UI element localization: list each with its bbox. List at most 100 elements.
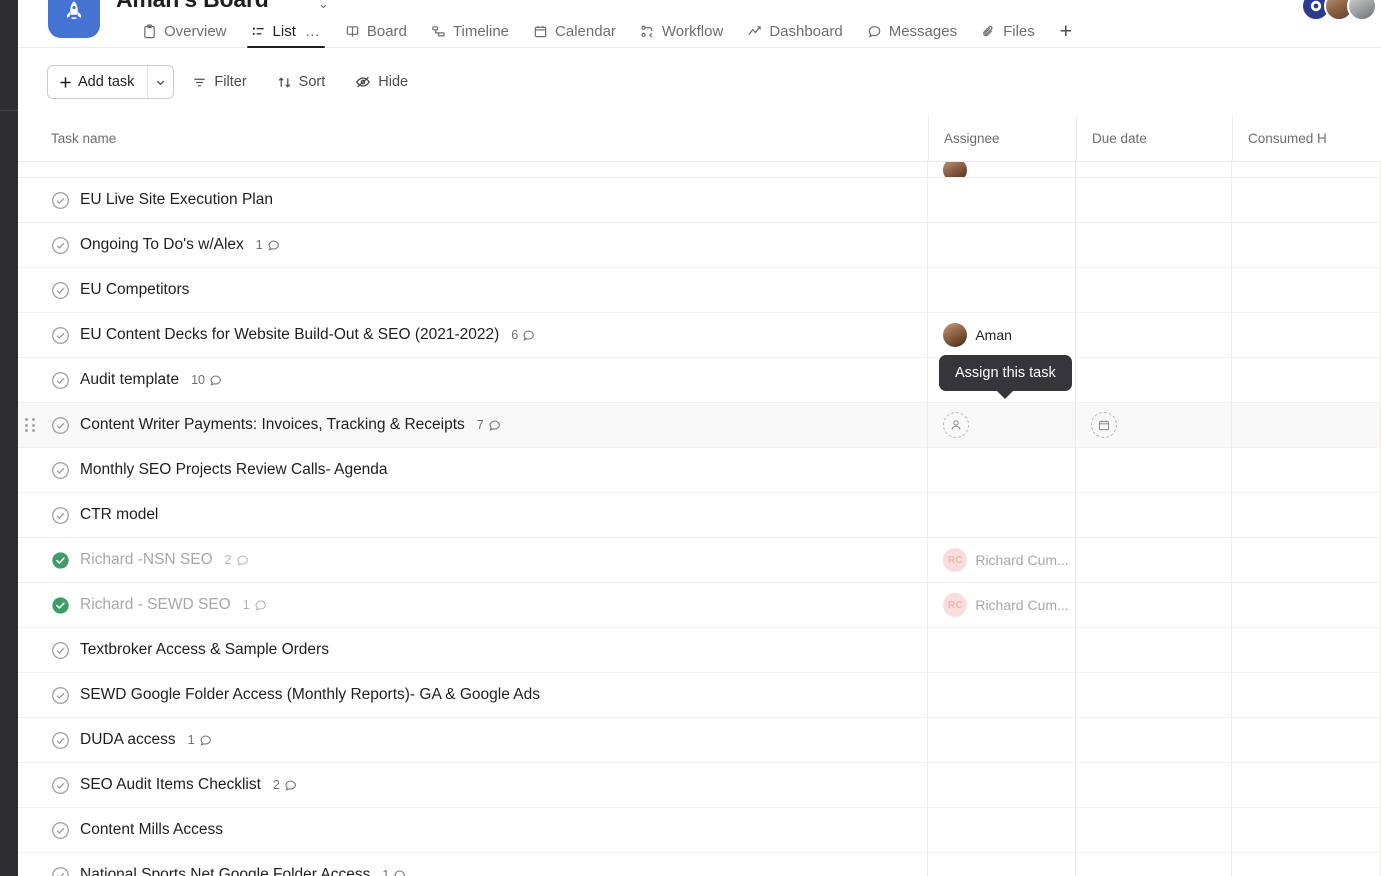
table-row[interactable]: EU Content Decks for Website Build-Out &… (18, 313, 1381, 358)
tab-workflow[interactable]: Workflow (628, 16, 735, 47)
avatar[interactable] (1347, 0, 1377, 21)
cell-due-date[interactable] (1075, 403, 1231, 447)
column-header-assignee[interactable]: Assignee (928, 115, 1076, 162)
task-completed-icon[interactable] (51, 596, 70, 615)
cell-task-name[interactable]: Richard - SEWD SEO 1 (18, 583, 927, 627)
mark-complete-button[interactable] (51, 506, 70, 525)
tab-dashboard[interactable]: Dashboard (735, 16, 854, 47)
table-row[interactable]: DUDA access 1 (18, 718, 1381, 763)
cell-assignee[interactable] (927, 718, 1075, 762)
cell-due-date[interactable] (1075, 673, 1231, 717)
table-row[interactable]: Textbroker Access & Sample Orders (18, 628, 1381, 673)
comment-count[interactable]: 7 (477, 418, 501, 432)
add-task-button[interactable]: Add task (48, 66, 147, 98)
tab-board[interactable]: Board (333, 16, 419, 47)
cell-task-name[interactable]: Content Mills Access (18, 808, 927, 852)
add-tab-button[interactable]: + (1051, 17, 1081, 47)
tab-overview[interactable]: Overview (130, 16, 239, 47)
project-menu-chevron-icon[interactable]: ⌄ (318, 0, 329, 12)
cell-due-date[interactable] (1075, 628, 1231, 672)
tab-overflow-icon[interactable]: … (305, 23, 321, 40)
cell-due-date[interactable] (1075, 808, 1231, 852)
tab-files[interactable]: Files (969, 16, 1047, 47)
cell-assignee[interactable] (927, 673, 1075, 717)
table-row[interactable]: CTR model (18, 493, 1381, 538)
comment-count[interactable]: 1 (382, 868, 406, 876)
avatar[interactable] (943, 323, 968, 347)
table-row[interactable]: SEO Audit Items Checklist 2 (18, 763, 1381, 808)
cell-due-date[interactable] (1075, 448, 1231, 492)
assign-task-button[interactable] (943, 412, 970, 438)
cell-due-date[interactable] (1075, 162, 1231, 177)
cell-assignee[interactable] (927, 162, 1075, 177)
cell-assignee[interactable] (927, 763, 1075, 807)
cell-consumed-hours[interactable] (1231, 538, 1380, 582)
cell-consumed-hours[interactable] (1231, 763, 1380, 807)
cell-task-name[interactable]: National Sports Net Google Folder Access… (18, 853, 927, 876)
mark-complete-button[interactable] (51, 371, 70, 390)
table-row[interactable]: Audit template 10 (18, 358, 1381, 403)
cell-due-date[interactable] (1075, 853, 1231, 876)
cell-consumed-hours[interactable] (1231, 403, 1380, 447)
mark-complete-button[interactable] (51, 281, 70, 300)
filter-button[interactable]: Filter (180, 67, 258, 97)
cell-consumed-hours[interactable] (1231, 583, 1380, 627)
cell-consumed-hours[interactable] (1231, 313, 1380, 357)
tab-calendar[interactable]: Calendar (521, 16, 628, 47)
cell-task-name[interactable]: Content Writer Payments: Invoices, Track… (18, 403, 927, 447)
cell-assignee[interactable] (927, 448, 1075, 492)
mark-complete-button[interactable] (51, 641, 70, 660)
cell-consumed-hours[interactable] (1231, 673, 1380, 717)
table-row[interactable]: Richard - SEWD SEO 1 RC Richard Cum... (18, 583, 1381, 628)
mark-complete-button[interactable] (51, 416, 70, 435)
cell-task-name[interactable]: EU Content Decks for Website Build-Out &… (18, 313, 927, 357)
cell-task-name[interactable]: DUDA access 1 (18, 718, 927, 762)
cell-assignee[interactable] (927, 178, 1075, 222)
comment-count[interactable]: 6 (511, 328, 535, 342)
table-row[interactable]: Ongoing To Do's w/Alex 1 (18, 223, 1381, 268)
tab-timeline[interactable]: Timeline (419, 16, 521, 47)
row-drag-handle[interactable] (25, 418, 37, 432)
cell-due-date[interactable] (1075, 178, 1231, 222)
cell-due-date[interactable] (1075, 223, 1231, 267)
cell-consumed-hours[interactable] (1231, 718, 1380, 762)
table-row[interactable]: Monthly SEO Projects Review Calls- Agend… (18, 448, 1381, 493)
cell-consumed-hours[interactable] (1231, 358, 1380, 402)
cell-assignee[interactable] (927, 268, 1075, 312)
table-row[interactable]: Content Writer Payments: Invoices, Track… (18, 403, 1381, 448)
table-row[interactable]: EU Competitors (18, 268, 1381, 313)
cell-consumed-hours[interactable] (1231, 162, 1380, 177)
cell-consumed-hours[interactable] (1231, 808, 1380, 852)
table-row[interactable]: SEWD Google Folder Access (Monthly Repor… (18, 673, 1381, 718)
cell-task-name[interactable]: Ongoing To Do's w/Alex 1 (18, 223, 927, 267)
tab-list[interactable]: List … (239, 16, 333, 48)
comment-count[interactable]: 10 (191, 373, 222, 387)
cell-task-name[interactable]: Textbroker Access & Sample Orders (18, 628, 927, 672)
table-row[interactable]: Content Mills Access (18, 808, 1381, 853)
cell-consumed-hours[interactable] (1231, 223, 1380, 267)
sort-button[interactable]: Sort (265, 67, 338, 97)
mark-complete-button[interactable] (51, 821, 70, 840)
mark-complete-button[interactable] (51, 776, 70, 795)
cell-due-date[interactable] (1075, 358, 1231, 402)
mark-complete-button[interactable] (51, 731, 70, 750)
comment-count[interactable]: 2 (225, 553, 249, 567)
cell-consumed-hours[interactable] (1231, 853, 1380, 876)
cell-assignee[interactable] (927, 493, 1075, 537)
cell-assignee[interactable]: Aman (927, 313, 1075, 357)
mark-complete-button[interactable] (51, 686, 70, 705)
column-header-due-date[interactable]: Due date (1076, 115, 1232, 162)
cell-assignee[interactable] (927, 853, 1075, 876)
cell-assignee[interactable] (927, 808, 1075, 852)
cell-consumed-hours[interactable] (1231, 268, 1380, 312)
cell-due-date[interactable] (1075, 763, 1231, 807)
avatar[interactable]: RC (943, 548, 968, 572)
cell-task-name[interactable] (18, 162, 927, 177)
table-row[interactable] (18, 162, 1381, 178)
column-header-consumed-hours[interactable]: Consumed H (1232, 115, 1381, 162)
table-row[interactable]: EU Live Site Execution Plan (18, 178, 1381, 223)
comment-count[interactable]: 1 (256, 238, 280, 252)
table-row[interactable]: Richard -NSN SEO 2 RC Richard Cum... (18, 538, 1381, 583)
table-row[interactable]: National Sports Net Google Folder Access… (18, 853, 1381, 876)
mark-complete-button[interactable] (51, 461, 70, 480)
